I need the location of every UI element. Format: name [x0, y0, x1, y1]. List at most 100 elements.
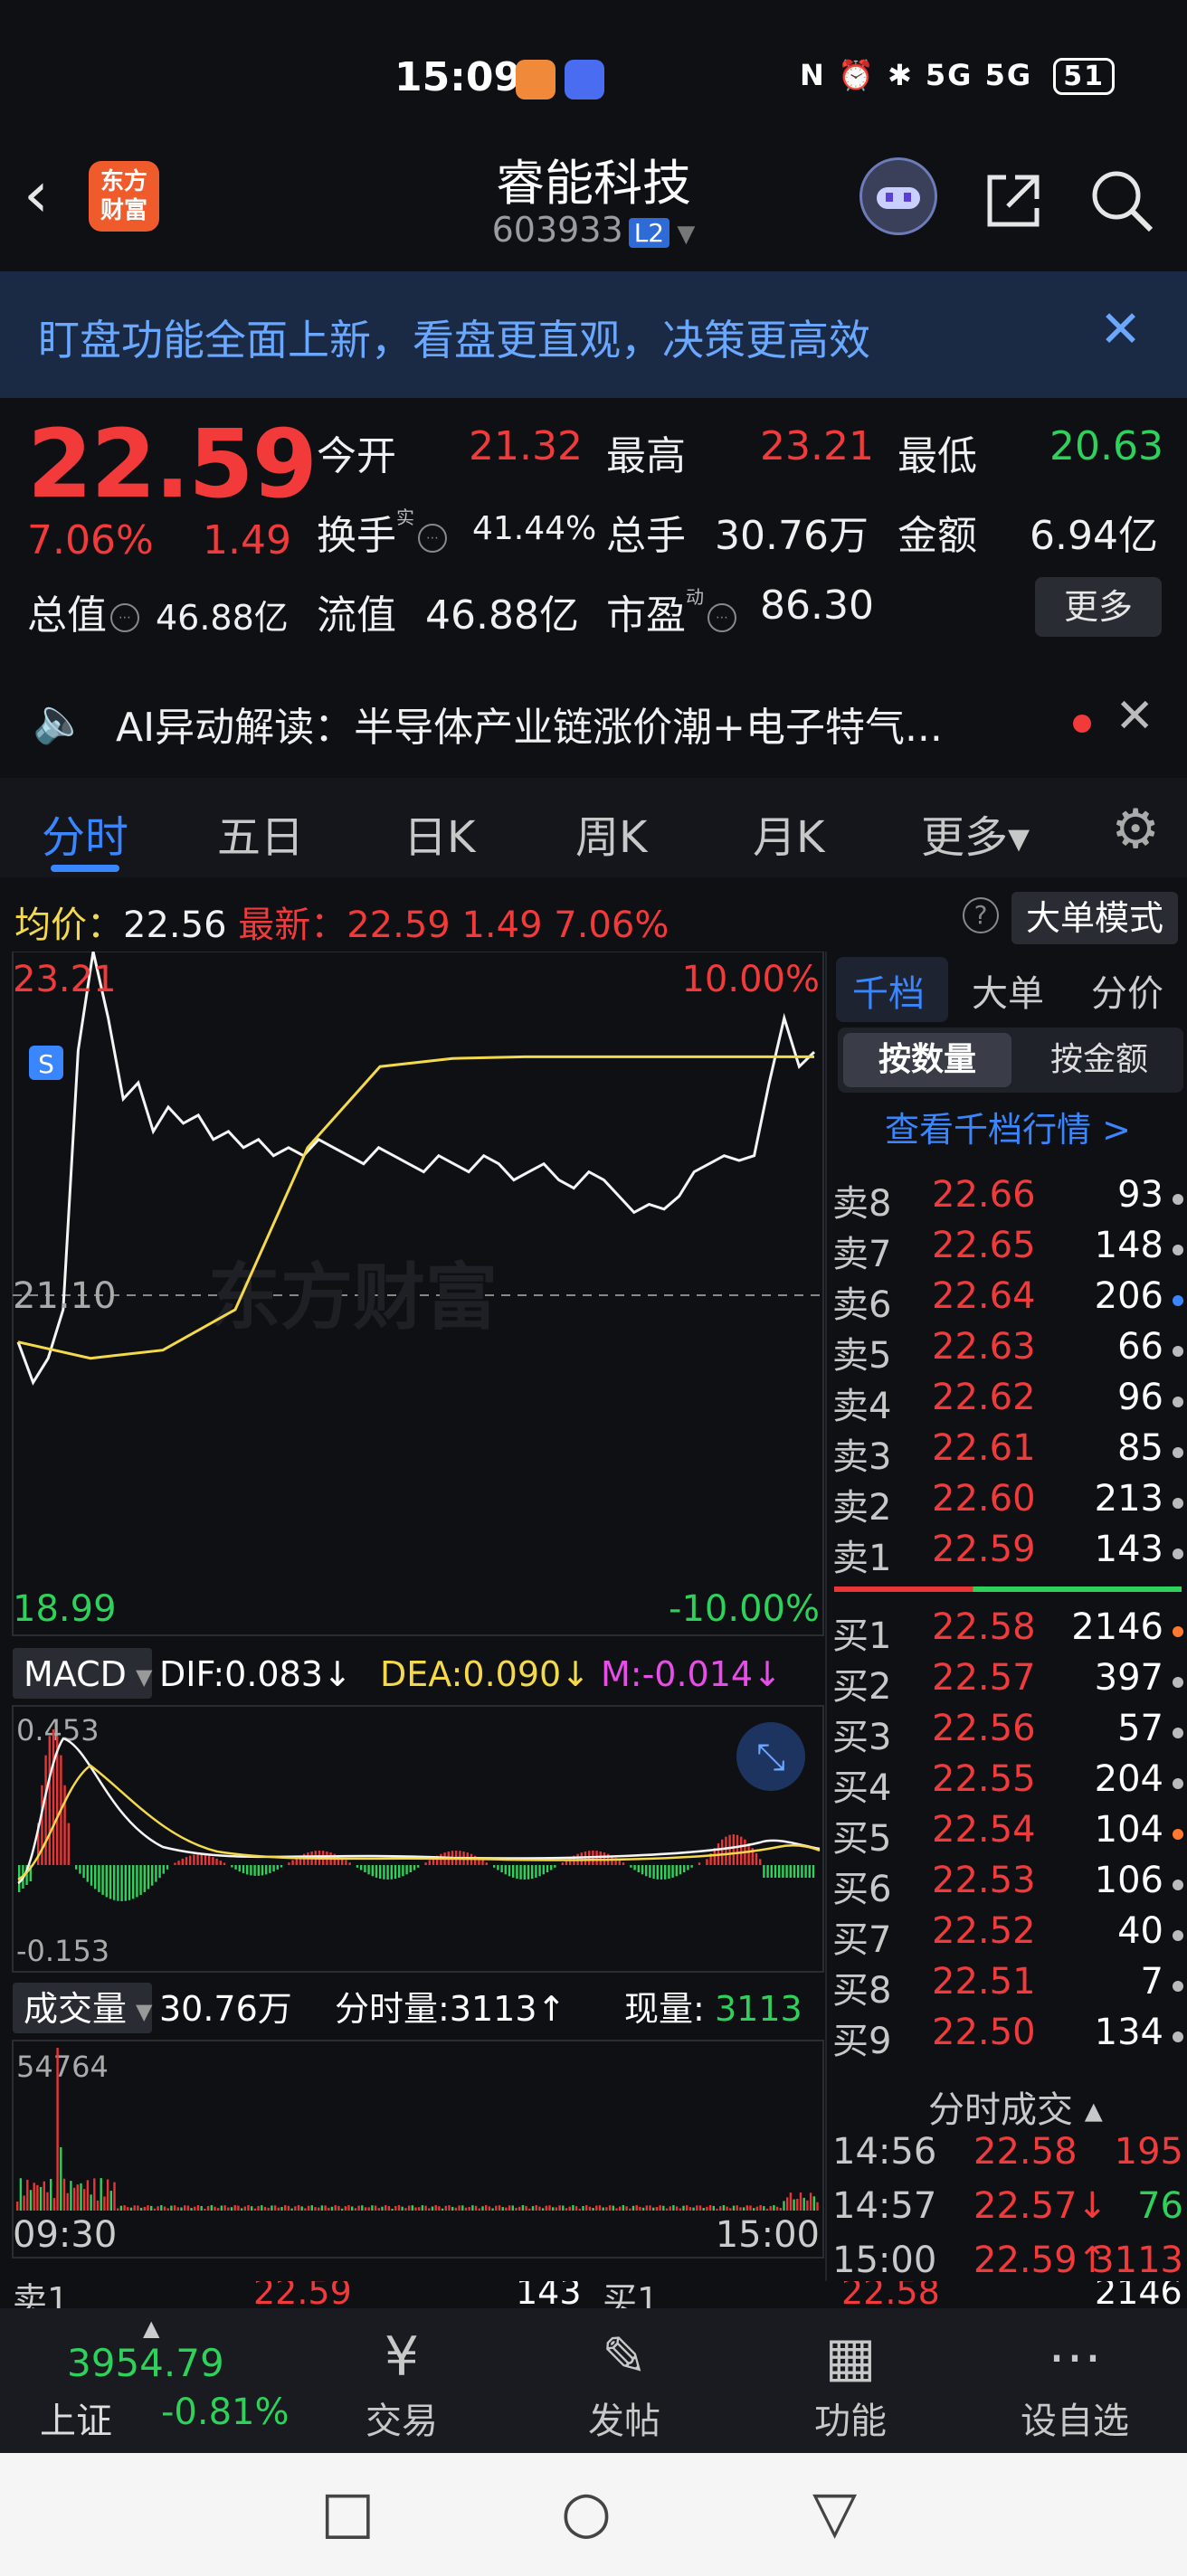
bid-row[interactable]: 买1 22.58 2146 — [827, 1606, 1187, 1657]
nav-functions[interactable]: ▦ 功能 — [769, 2323, 932, 2444]
more-button[interactable]: 更多 — [1035, 577, 1162, 637]
yen-icon: ¥ — [384, 2325, 420, 2389]
nav-trade-label: 交易 — [366, 2401, 438, 2442]
bid-row[interactable]: 买9 22.50 134 — [827, 2012, 1187, 2062]
ask-row[interactable]: 卖8 22.66 93 — [827, 1174, 1187, 1225]
bid-row-dot — [1173, 1880, 1183, 1890]
ask-row[interactable]: 卖1 22.59 143 — [827, 1529, 1187, 1579]
last-pct: 7.06% — [554, 904, 669, 946]
bid-row[interactable]: 买4 22.55 204 — [827, 1758, 1187, 1809]
tab-daily-k[interactable]: 日K — [404, 801, 475, 865]
volume-bar — [180, 2207, 183, 2211]
bid-row-dot — [1173, 1829, 1183, 1840]
more-dots-icon: ⋯ — [1048, 2325, 1102, 2389]
share-icon[interactable] — [979, 166, 1048, 244]
volume-bar — [304, 2208, 307, 2211]
tab-five-day[interactable]: 五日 — [217, 801, 304, 865]
macd-bar — [683, 1865, 686, 1872]
help-icon[interactable]: ? — [963, 897, 999, 933]
speaker-icon: 🔈 — [33, 696, 87, 746]
volume-bar — [655, 2207, 659, 2211]
tab-more[interactable]: 更多▾ — [921, 801, 1030, 865]
recents-icon[interactable]: □ — [320, 2484, 375, 2542]
bid-row[interactable]: 买8 22.51 7 — [827, 1961, 1187, 2012]
low-label: 最低 — [897, 433, 977, 479]
ask-row[interactable]: 卖2 22.60 213 — [827, 1478, 1187, 1529]
bid-row[interactable]: 买5 22.54 104 — [827, 1809, 1187, 1860]
nav-trade[interactable]: ¥ 交易 — [320, 2323, 483, 2444]
volume-bar — [184, 2205, 186, 2211]
volume-bar — [387, 2206, 391, 2211]
ask-row-price: 22.59 — [932, 1529, 1036, 1570]
ask-row[interactable]: 卖5 22.63 66 — [827, 1326, 1187, 1377]
tab-price-dist[interactable]: 分价 — [1091, 964, 1163, 1017]
macd-bar — [94, 1865, 97, 1889]
ask-row[interactable]: 卖6 22.64 206 — [827, 1275, 1187, 1326]
bid-row[interactable]: 买7 22.52 40 — [827, 1910, 1187, 1961]
strip-bid-label: 买1 — [603, 2281, 660, 2308]
ask-row-price: 22.61 — [932, 1427, 1036, 1469]
ask-row-price: 22.63 — [932, 1326, 1036, 1368]
macd-bar — [633, 1865, 636, 1870]
bid-row-volume: 57 — [1117, 1708, 1163, 1749]
back-icon[interactable]: ▽ — [812, 2484, 857, 2542]
macd-bar — [261, 1865, 264, 1876]
info-icon[interactable]: ⋯ — [418, 524, 447, 553]
feature-banner[interactable]: 盯盘功能全面上新，看盘更直观，决策更高效 ✕ — [0, 271, 1187, 398]
ask-row[interactable]: 卖4 22.62 96 — [827, 1377, 1187, 1427]
bid-row-dot — [1173, 2031, 1183, 2042]
macd-bar — [789, 1865, 792, 1878]
tab-weekly-k[interactable]: 周K — [575, 801, 647, 865]
by-amount-button[interactable]: 按金额 — [1015, 1033, 1183, 1087]
macd-bar — [356, 1865, 359, 1868]
bid-row[interactable]: 买2 22.57 397 — [827, 1657, 1187, 1708]
macd-bar — [185, 1857, 188, 1865]
tab-big-order[interactable]: 大单 — [972, 964, 1044, 1017]
volume-bar — [474, 2205, 478, 2211]
by-quantity-button[interactable]: 按数量 — [843, 1033, 1011, 1087]
volume-bar — [652, 2207, 655, 2211]
volume-bar — [424, 2205, 427, 2211]
macd-bar — [417, 1865, 420, 1868]
unread-dot — [1073, 715, 1091, 733]
ticks-title[interactable]: 分时成交 ▴ — [928, 2080, 1103, 2133]
volume-bar — [515, 2207, 518, 2211]
bid-row[interactable]: 买6 22.53 106 — [827, 1860, 1187, 1910]
close-icon[interactable]: ✕ — [1115, 689, 1154, 743]
search-icon[interactable] — [1087, 166, 1156, 244]
volume-bar — [786, 2197, 789, 2211]
ai-assistant-icon[interactable] — [859, 157, 937, 235]
macd-bar — [523, 1865, 526, 1880]
volume-bar — [210, 2205, 213, 2211]
caret-up-icon: ▲ — [143, 2316, 160, 2341]
macd-lines — [17, 1737, 821, 1885]
volume-bar — [755, 2206, 759, 2211]
tab-monthly-k[interactable]: 月K — [753, 801, 824, 865]
volume-bar — [166, 2208, 169, 2211]
tab-depth[interactable]: 千档 — [852, 964, 925, 1017]
info-icon[interactable]: ⋯ — [707, 603, 736, 632]
nav-add-watchlist[interactable]: ⋯ 设自选 — [993, 2323, 1156, 2444]
index-widget[interactable]: ▲ 3954.79 上证 -0.81% — [22, 2316, 311, 2442]
view-depth-link[interactable]: 查看千档行情 > — [885, 1102, 1131, 1151]
home-icon[interactable]: ○ — [561, 2484, 612, 2542]
close-icon[interactable]: ✕ — [1099, 300, 1142, 359]
macd-bar — [519, 1865, 522, 1880]
bid-row-label: 买6 — [832, 1869, 892, 1910]
bid-row[interactable]: 买3 22.56 57 — [827, 1708, 1187, 1758]
ask-row[interactable]: 卖3 22.61 85 — [827, 1427, 1187, 1478]
info-icon[interactable]: ⋯ — [110, 603, 139, 632]
volume-bar — [631, 2205, 635, 2211]
status-icons: N ⏰ ✱ 5G 5G 51 — [800, 58, 1115, 95]
ask-row[interactable]: 卖7 22.65 148 — [827, 1225, 1187, 1275]
tab-intraday[interactable]: 分时 — [42, 801, 128, 865]
nav-post[interactable]: ✎ 发帖 — [543, 2323, 706, 2444]
big-order-mode-button[interactable]: 大单模式 — [1011, 892, 1178, 944]
gear-icon[interactable]: ⚙ — [1111, 798, 1160, 861]
volume-bar — [528, 2208, 531, 2211]
volume-bar — [639, 2206, 641, 2211]
intraday-chart-area[interactable]: 东方财富 23.21 10.00% 21.10 18.99 -10.00% S … — [0, 951, 825, 2281]
ai-news-bar[interactable]: 🔈 AI异动解读：半导体产业链涨价潮+电子特气... ✕ — [0, 669, 1187, 769]
macd-bar — [402, 1865, 404, 1877]
volume-bar — [696, 2205, 698, 2211]
